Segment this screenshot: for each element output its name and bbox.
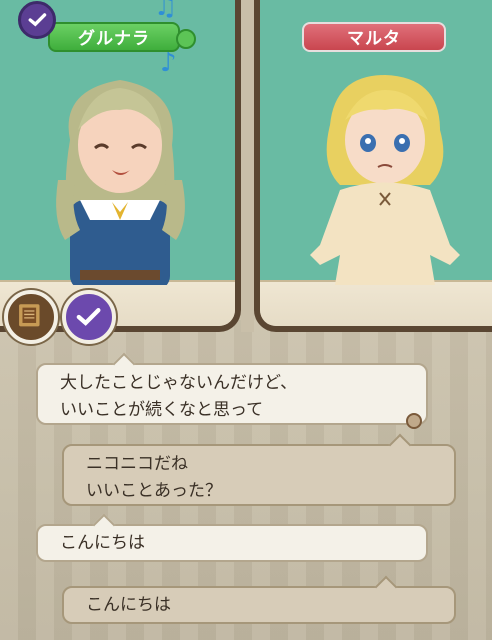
- nameplate-dot: [176, 29, 196, 49]
- dialogue-line: ニコニコだね: [86, 454, 188, 474]
- right-character-nameplate: マルタ: [302, 22, 446, 52]
- dialogue-bubble-gulnara: ニコニコだね いいことあった？: [62, 433, 456, 506]
- checkmark-icon[interactable]: [18, 1, 56, 39]
- dialogue-bubble-gulnara: こんにちは: [62, 575, 456, 624]
- dialogue-line: こんにちは: [60, 533, 145, 553]
- dialogue-line: こんにちは: [86, 595, 171, 615]
- checkmark-icon[interactable]: [62, 290, 116, 344]
- dialogue-line: いいことが続くなと思って: [60, 400, 264, 420]
- music-note-icon: ♫: [154, 0, 178, 22]
- panel-divider: [241, 0, 254, 332]
- music-note-icon: ♪: [160, 48, 177, 78]
- dialogue-line: いいことあった？: [86, 481, 222, 501]
- dialogue-bubble-maruta: 大したことじゃないんだけど、 いいことが続くなと思って: [36, 352, 428, 429]
- book-icon[interactable]: [4, 290, 58, 344]
- maruta-portrait: [310, 75, 460, 285]
- left-character-nameplate: グルナラ: [48, 22, 180, 52]
- gulnara-portrait: [56, 80, 185, 285]
- dialogue-bubble-maruta: こんにちは: [36, 513, 428, 562]
- dialogue-line: 大したことじゃないんだけど、: [60, 373, 298, 393]
- scroll-marker-icon: [406, 413, 422, 429]
